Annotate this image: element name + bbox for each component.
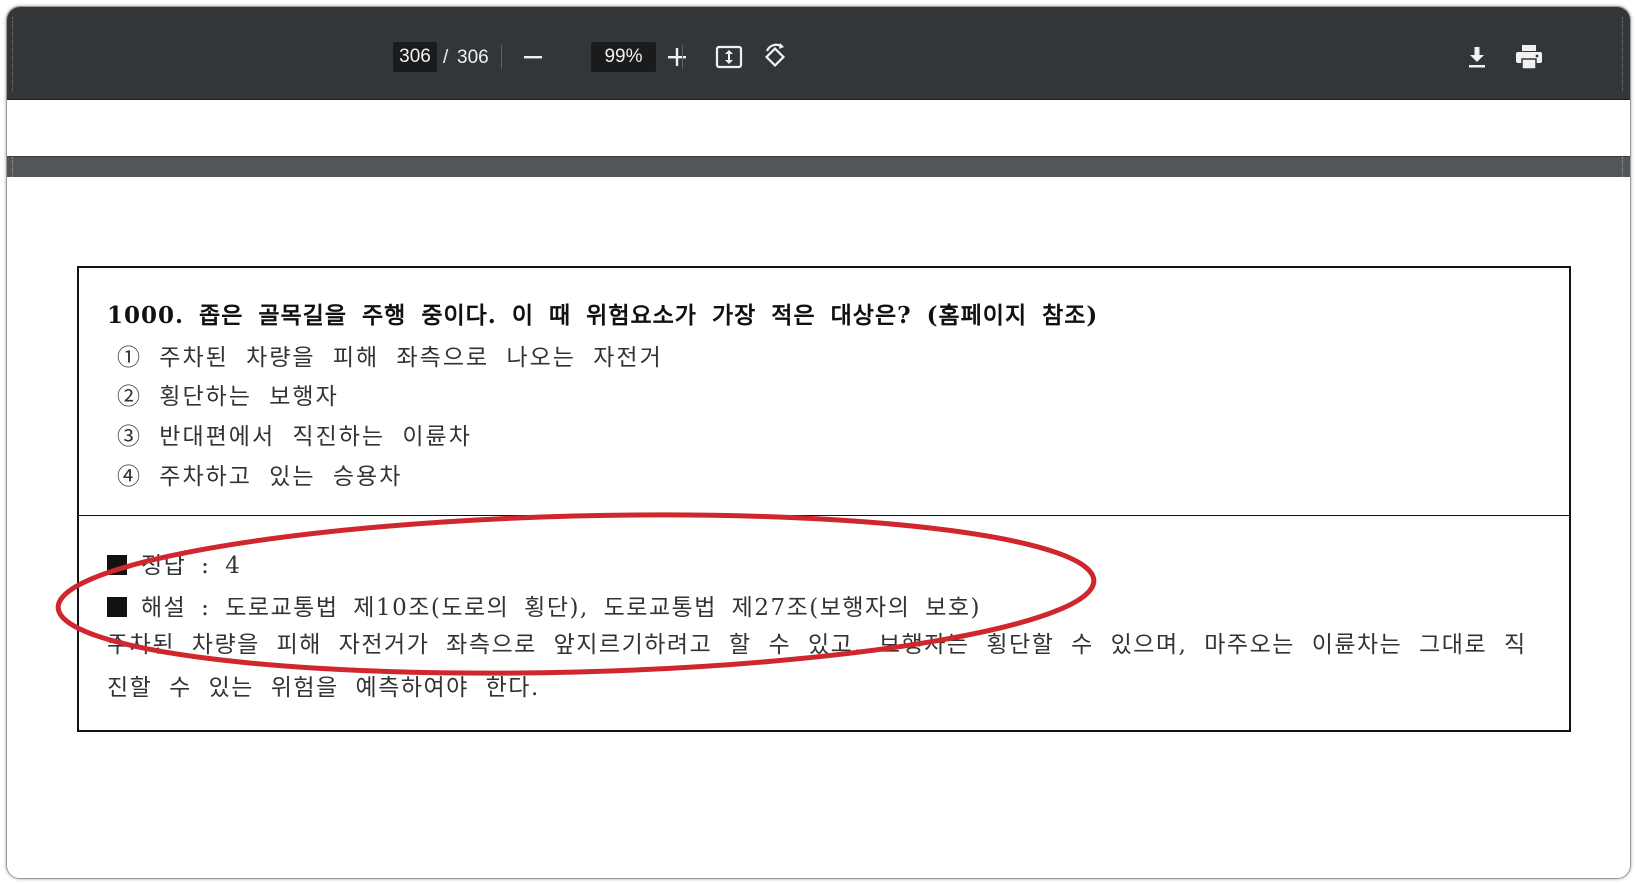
total-pages: 306 — [457, 47, 489, 68]
pdf-page: 1000. 좁은 골목길을 주행 중이다. 이 때 위험요소가 가장 적은 대상… — [7, 177, 1630, 878]
toolbar-right-edge — [1622, 17, 1625, 91]
zoom-in-button[interactable] — [659, 39, 695, 75]
question-section: 1000. 좁은 골목길을 주행 중이다. 이 때 위험요소가 가장 적은 대상… — [79, 268, 1569, 516]
rotate-icon — [764, 43, 786, 68]
question-title: 1000. 좁은 골목길을 주행 중이다. 이 때 위험요소가 가장 적은 대상… — [107, 302, 1099, 329]
minus-icon — [524, 56, 542, 59]
answer-section: 정답 : 4 해설 : 도로교통법 제10조(도로의 횡단), 도로교통법 제2… — [79, 516, 1569, 730]
current-page-input[interactable]: 306 — [393, 42, 437, 72]
page-separator: / — [443, 47, 449, 68]
question-box: 1000. 좁은 골목길을 주행 중이다. 이 때 위험요소가 가장 적은 대상… — [77, 266, 1571, 732]
zoom-level-input[interactable]: 99% — [591, 42, 656, 72]
download-button[interactable] — [1459, 39, 1495, 75]
answer-text: 정답 : 4 — [141, 553, 242, 579]
gap-edge-left — [12, 157, 15, 177]
toolbar-divider — [682, 45, 683, 69]
explanation-label: 해설 : 도로교통법 제10조(도로의 횡단), 도로교통법 제27조(보행자의… — [141, 595, 981, 621]
option-3: ③ 반대편에서 직진하는 이륜차 — [117, 424, 472, 450]
rotate-button[interactable] — [757, 39, 793, 75]
previous-page-bottom — [7, 100, 1630, 156]
option-2: ② 횡단하는 보행자 — [117, 384, 339, 410]
answer-line: 정답 : 4 — [107, 546, 241, 580]
pdf-viewer-window: 306 / 306 99% 1000. 좁은 골목길을 주행 중이다. 이 때 … — [6, 6, 1631, 879]
plus-icon — [668, 48, 686, 66]
fit-page-icon — [715, 45, 743, 69]
option-4: ④ 주차하고 있는 승용차 — [117, 464, 403, 490]
explanation-text: 주차된 차량을 피해 자전거가 좌측으로 앞지르기하려고 할 수 있고, 보행자… — [107, 632, 1527, 701]
fit-to-page-button[interactable] — [711, 39, 747, 75]
gap-edge-right — [1622, 157, 1625, 177]
pdf-toolbar: 306 / 306 99% — [7, 7, 1630, 100]
option-1: ① 주차된 차량을 피해 좌측으로 나오는 자전거 — [117, 345, 663, 371]
download-icon — [1469, 47, 1485, 68]
toolbar-divider — [501, 45, 502, 69]
print-icon — [1516, 45, 1542, 70]
bullet-square — [107, 555, 127, 575]
page-gap — [7, 156, 1630, 177]
zoom-out-button[interactable] — [515, 39, 551, 75]
bullet-square — [107, 597, 127, 617]
toolbar-left-edge — [12, 17, 15, 91]
explanation-label-line: 해설 : 도로교통법 제10조(도로의 횡단), 도로교통법 제27조(보행자의… — [107, 588, 981, 622]
print-button[interactable] — [1511, 39, 1547, 75]
